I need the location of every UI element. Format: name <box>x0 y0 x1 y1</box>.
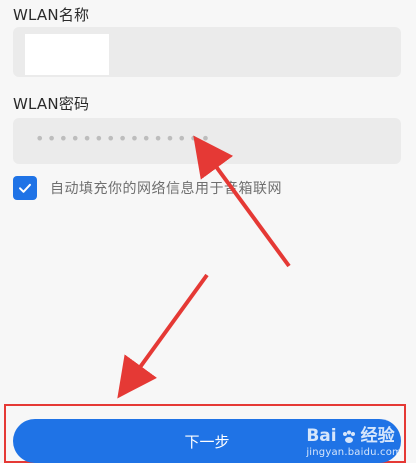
watermark-brand-left: Bai <box>306 426 337 446</box>
wlan-name-label: WLAN名称 <box>13 6 90 24</box>
autofill-checkbox[interactable] <box>13 176 37 200</box>
wlan-password-label: WLAN密码 <box>13 95 90 113</box>
watermark-site-text: jingyan.baidu.com <box>306 447 402 458</box>
watermark-brand-right: 经验 <box>360 426 395 446</box>
next-step-label: 下一步 <box>184 432 230 451</box>
autofill-label: 自动填充你的网络信息用于音箱联网 <box>50 181 282 197</box>
arrow-to-next-button <box>117 273 209 399</box>
wlan-name-input[interactable] <box>13 27 401 77</box>
paw-icon <box>342 430 355 443</box>
wlan-password-input[interactable]: ••••••••••••••• <box>13 118 401 164</box>
ssid-redaction <box>25 34 109 75</box>
checkmark-icon <box>19 183 31 193</box>
password-masked-value: ••••••••••••••• <box>35 129 213 148</box>
baidu-jingyan-watermark: Bai 经验 jingyan.baidu.com <box>306 428 402 458</box>
